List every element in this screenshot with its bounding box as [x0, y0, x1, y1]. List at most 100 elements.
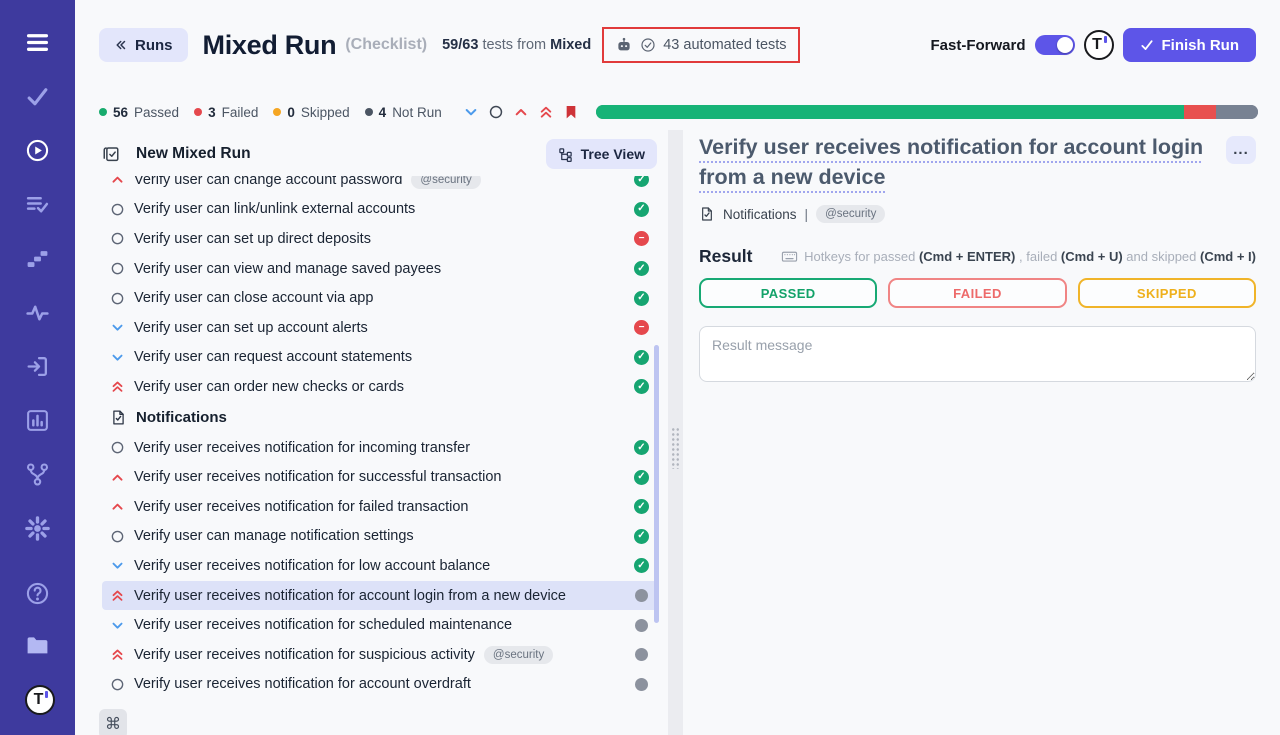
chevron-up-icon — [110, 499, 125, 514]
test-row[interactable]: Verify user receives notification for ac… — [102, 670, 659, 700]
run-stats: 56Passed3Failed0Skipped4Not Run — [99, 105, 442, 120]
circle-icon — [110, 202, 125, 217]
status-badge: ✓ — [634, 529, 649, 544]
status-dot — [273, 108, 281, 116]
status-badge — [635, 589, 648, 602]
tree-view-label: Tree View — [581, 146, 645, 162]
folder-icon — [25, 633, 50, 658]
chevrons-up-icon — [538, 104, 554, 120]
result-buttons: PASSED FAILED SKIPPED — [699, 278, 1256, 308]
test-row[interactable]: Verify user can close account via app ✓ — [102, 283, 659, 313]
more-actions-button[interactable]: ... — [1226, 136, 1256, 164]
sidebar-item-settings[interactable] — [23, 515, 53, 542]
test-row[interactable]: Verify user can set up account alerts − — [102, 313, 659, 343]
sidebar-item-projects[interactable] — [23, 632, 53, 659]
test-row[interactable]: Verify user can view and manage saved pa… — [102, 254, 659, 284]
status-badge: ✓ — [634, 261, 649, 276]
gear-icon — [25, 516, 50, 541]
sidebar: T — [0, 0, 75, 735]
status-badge: − — [634, 320, 649, 335]
status-badge: ✓ — [634, 558, 649, 573]
status-badge: ✓ — [634, 176, 649, 187]
command-hotkey-button[interactable]: ⌘ — [99, 709, 127, 735]
circle-icon — [488, 104, 504, 120]
tree-view-button[interactable]: Tree View — [546, 139, 657, 169]
test-row[interactable]: Verify user can change account password … — [102, 176, 659, 195]
finish-run-button[interactable]: Finish Run — [1123, 28, 1257, 62]
list-scrollbar[interactable] — [654, 345, 659, 623]
sidebar-item-pulse[interactable] — [23, 299, 53, 326]
sidebar-item-test-plans[interactable] — [23, 191, 53, 218]
test-list: Verify user can change account password … — [102, 176, 659, 735]
chevron-down-icon — [110, 618, 125, 633]
filter-chevrons-up-button[interactable] — [537, 103, 555, 121]
test-row[interactable]: Verify user receives notification for in… — [102, 433, 659, 463]
filter-bookmark-button[interactable] — [562, 103, 580, 121]
sidebar-item-steps[interactable] — [23, 245, 53, 272]
tree-icon — [558, 147, 573, 162]
topbar-actions: Fast-Forward T Finish Run — [930, 28, 1256, 62]
tag-badge[interactable]: @security — [816, 205, 885, 223]
run-type-label: (Checklist) — [345, 36, 427, 54]
list-check-icon — [25, 192, 50, 217]
automated-tests-label: 43 automated tests — [663, 37, 786, 53]
divider-drag-handle[interactable] — [671, 427, 680, 469]
fast-forward-toggle[interactable] — [1035, 35, 1075, 55]
sidebar-item-branches[interactable] — [23, 461, 53, 488]
progress-notrun — [1216, 105, 1258, 119]
sidebar-item-analytics[interactable] — [23, 407, 53, 434]
test-row[interactable]: Verify user receives notification for su… — [102, 462, 659, 492]
test-row[interactable]: Verify user receives notification for sc… — [102, 610, 659, 640]
sidebar-item-import[interactable] — [23, 353, 53, 380]
test-title[interactable]: Verify user receives notification for ac… — [699, 132, 1204, 192]
chevron-up-icon — [110, 470, 125, 485]
status-badge: ✓ — [634, 379, 649, 394]
test-row[interactable]: Verify user receives notification for fa… — [102, 492, 659, 522]
filter-circle-button[interactable] — [487, 103, 505, 121]
test-row[interactable]: Verify user can set up direct deposits − — [102, 224, 659, 254]
status-badge — [635, 678, 648, 691]
detail-title-row: Verify user receives notification for ac… — [699, 132, 1256, 192]
page-title: Mixed Run — [203, 30, 337, 61]
progress-passed — [596, 105, 1185, 119]
status-badge: ✓ — [634, 291, 649, 306]
passed-button[interactable]: PASSED — [699, 278, 877, 308]
test-row[interactable]: Verify user can link/unlink external acc… — [102, 195, 659, 225]
sidebar-item-logo[interactable]: T — [23, 684, 53, 711]
status-dot — [365, 108, 373, 116]
test-row[interactable]: Verify user receives notification for lo… — [102, 551, 659, 581]
status-badge: − — [634, 231, 649, 246]
circle-icon — [110, 261, 125, 276]
result-message-input[interactable] — [699, 326, 1256, 382]
status-badge: ✓ — [634, 499, 649, 514]
sidebar-item-menu[interactable] — [23, 29, 53, 56]
skipped-button[interactable]: SKIPPED — [1078, 278, 1256, 308]
chevron-down-icon — [110, 320, 125, 335]
suite-section-row[interactable]: Notifications — [102, 402, 659, 433]
sidebar-item-checks[interactable] — [23, 83, 53, 110]
failed-button[interactable]: FAILED — [888, 278, 1066, 308]
activity-icon — [25, 300, 50, 325]
status-badge: ✓ — [634, 350, 649, 365]
test-detail-panel: Verify user receives notification for ac… — [699, 132, 1256, 387]
suite-link[interactable]: Notifications — [723, 207, 797, 222]
test-row[interactable]: Verify user can manage notification sett… — [102, 522, 659, 552]
circle-icon — [110, 529, 125, 544]
test-row[interactable]: Verify user can request account statemen… — [102, 343, 659, 373]
test-row[interactable]: Verify user receives notification for su… — [102, 640, 659, 670]
filter-chevron-up-button[interactable] — [512, 103, 530, 121]
result-heading: Result — [699, 246, 752, 267]
automated-tests-badge: 43 automated tests — [602, 27, 799, 63]
app-logo[interactable]: T — [1084, 30, 1114, 60]
filter-chevron-down-button[interactable] — [462, 103, 480, 121]
test-row[interactable]: Verify user can order new checks or card… — [102, 372, 659, 402]
back-to-runs-button[interactable]: Runs — [99, 28, 188, 62]
test-row[interactable]: Verify user receives notification for ac… — [102, 581, 659, 611]
check-circle-icon — [640, 37, 656, 53]
tag-badge: @security — [484, 646, 553, 664]
sidebar-nav-bottom: T — [23, 580, 53, 735]
status-filters — [462, 103, 580, 121]
sidebar-item-runs[interactable] — [23, 137, 53, 164]
sidebar-item-help[interactable] — [23, 580, 53, 607]
file-check-icon — [699, 206, 715, 222]
